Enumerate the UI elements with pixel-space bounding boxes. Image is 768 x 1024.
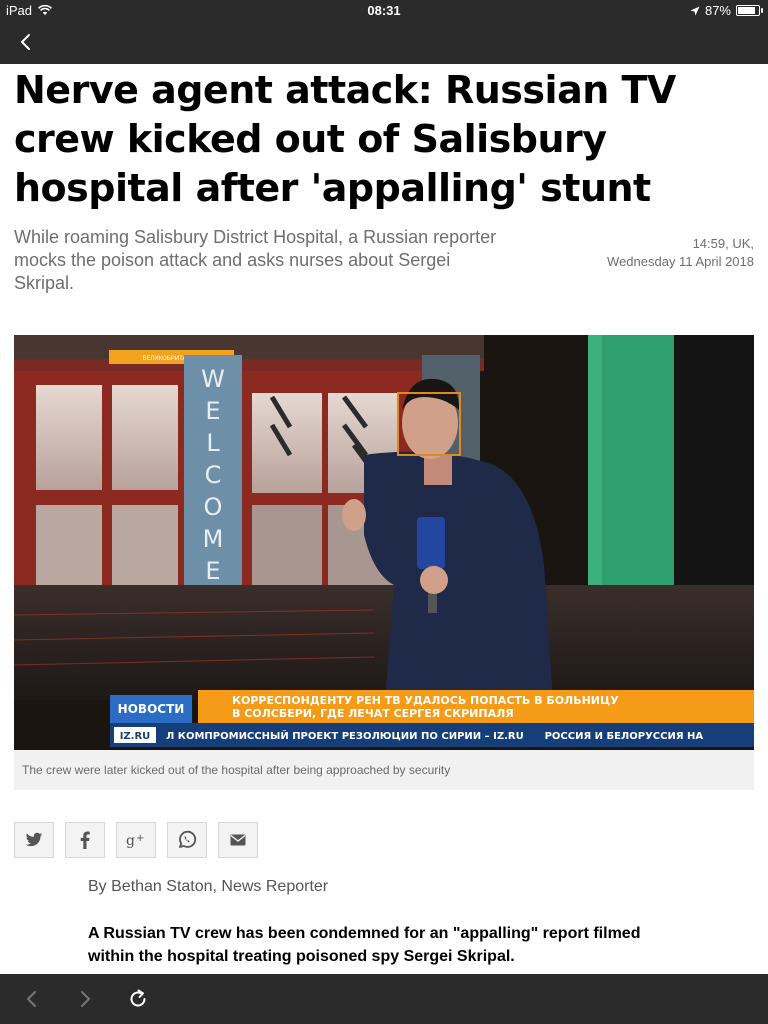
- email-icon: [230, 834, 246, 846]
- byline: By Bethan Staton, News Reporter: [88, 878, 329, 895]
- google-plus-icon: g +: [126, 833, 144, 848]
- photo-scene: ВЕЛИКОБРИТАНИЯ WELCOME КОРРЕСПОНДЕНТУ РЕ…: [14, 335, 754, 750]
- back-arrow-icon: [27, 991, 36, 1007]
- status-bar: iPad 08:31 87%: [0, 0, 768, 20]
- navigation-bar: [0, 20, 768, 64]
- news-photo: ВЕЛИКОБРИТАНИЯ WELCOME КОРРЕСПОНДЕНТУ РЕ…: [14, 335, 754, 750]
- browser-toolbar: [0, 974, 768, 1024]
- headline: Nerve agent attack: Russian TV crew kick…: [14, 68, 676, 210]
- welcome-sign-letter: L: [206, 429, 220, 457]
- back-button[interactable]: [12, 28, 40, 56]
- welcome-sign-letter: M: [203, 525, 224, 553]
- share-email-button[interactable]: [218, 822, 258, 858]
- ticker-crawl: Л КОМПРОМИССНЫЙ ПРОЕКТ РЕЗОЛЮЦИИ ПО СИРИ…: [166, 729, 703, 742]
- welcome-sign-letter: E: [205, 557, 220, 585]
- chevron-left-icon: [21, 34, 30, 50]
- ticker-logo: IZ.RU: [120, 731, 151, 742]
- location-arrow-icon: [690, 6, 700, 15]
- ticker-headline-1: КОРРЕСПОНДЕНТУ РЕН ТВ УДАЛОСЬ ПОПАСТЬ В …: [232, 694, 619, 707]
- twitter-icon: [25, 832, 43, 847]
- reload-button[interactable]: [125, 986, 151, 1012]
- browser-forward-button[interactable]: [72, 986, 98, 1012]
- standfirst: While roaming Salisbury District Hospita…: [14, 227, 497, 293]
- battery-percent: 87%: [704, 3, 731, 18]
- welcome-sign-letter: W: [201, 365, 225, 393]
- reload-icon: [130, 989, 146, 1007]
- welcome-sign-letter: C: [205, 461, 222, 489]
- share-bar: g +: [14, 822, 258, 858]
- svg-text:+: +: [136, 833, 144, 844]
- facebook-icon: [80, 831, 90, 849]
- share-facebook-button[interactable]: [65, 822, 105, 858]
- date-time: 14:59, UK,: [692, 236, 754, 251]
- welcome-sign-letter: E: [205, 397, 220, 425]
- image-caption: The crew were later kicked out of the ho…: [14, 750, 754, 790]
- caption-text: The crew were later kicked out of the ho…: [22, 763, 451, 777]
- article-content: Nerve agent attack: Russian TV crew kick…: [0, 64, 768, 974]
- svg-text:g: g: [126, 833, 135, 848]
- whatsapp-icon: [179, 830, 197, 848]
- hero-image[interactable]: ВЕЛИКОБРИТАНИЯ WELCOME КОРРЕСПОНДЕНТУ РЕ…: [14, 335, 754, 750]
- clock: 08:31: [367, 3, 401, 18]
- date-day: Wednesday 11 April 2018: [607, 254, 754, 269]
- browser-back-button[interactable]: [19, 986, 45, 1012]
- battery-icon: [736, 5, 763, 16]
- ticker-label: НОВОСТИ: [118, 702, 185, 716]
- share-google-plus-button[interactable]: g +: [116, 822, 156, 858]
- dateline: 14:59, UK, Wednesday 11 April 2018: [554, 235, 754, 271]
- ticker-headline-2: В СОЛСБЕРИ, ГДЕ ЛЕЧАТ СЕРГЕЯ СКРИПАЛЯ: [232, 707, 514, 720]
- welcome-sign-letter: O: [204, 493, 223, 521]
- share-whatsapp-button[interactable]: [167, 822, 207, 858]
- share-twitter-button[interactable]: [14, 822, 54, 858]
- forward-arrow-icon: [81, 991, 90, 1007]
- lead-paragraph: A Russian TV crew has been condemned for…: [88, 925, 641, 965]
